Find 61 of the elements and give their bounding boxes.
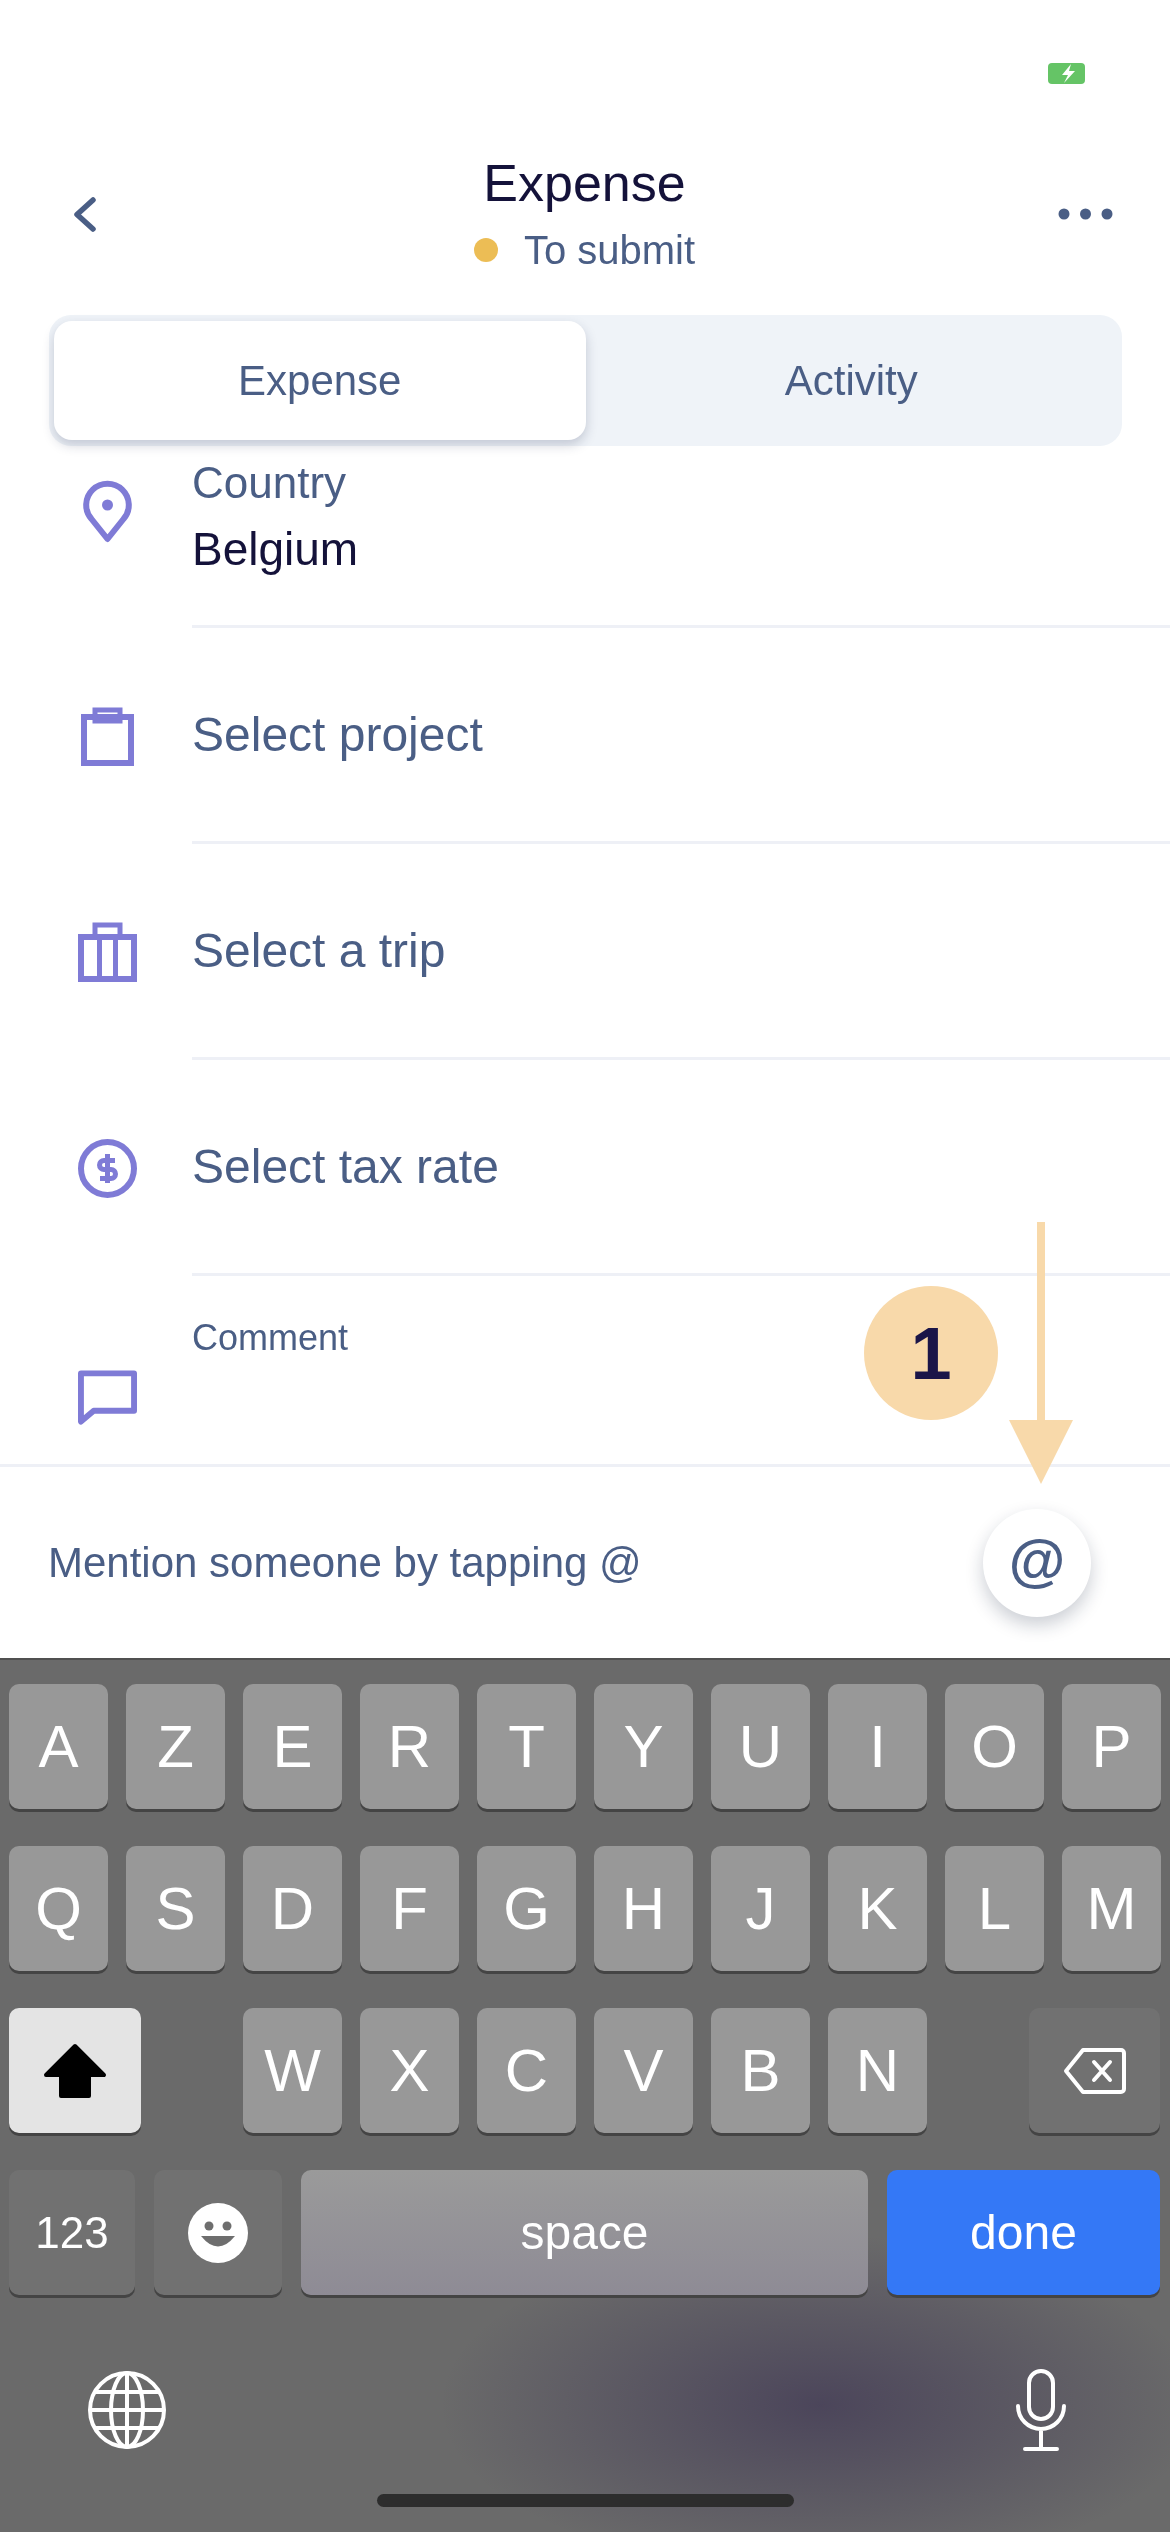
shift-key[interactable] (9, 2008, 141, 2133)
smiley-icon (188, 2202, 248, 2263)
more-button[interactable] (1058, 208, 1113, 220)
key[interactable]: H (594, 1846, 693, 1971)
key[interactable]: A (9, 1684, 108, 1809)
emoji-key[interactable] (154, 2170, 282, 2295)
status-text: To submit (523, 227, 696, 274)
tab[interactable]: Expense (54, 321, 586, 440)
battery-icon (1048, 63, 1085, 84)
key[interactable]: D (243, 1846, 342, 1971)
key[interactable]: R (360, 1684, 459, 1809)
dollar-circle-icon (78, 1138, 137, 1198)
delete-key[interactable] (1029, 2008, 1160, 2133)
key[interactable]: Y (594, 1684, 693, 1809)
key[interactable]: L (945, 1846, 1044, 1971)
back-button[interactable] (71, 196, 97, 232)
key[interactable]: Q (9, 1846, 108, 1971)
key[interactable]: K (828, 1846, 927, 1971)
key[interactable]: J (711, 1846, 810, 1971)
mention-hint: Mention someone by tapping @ (48, 1538, 642, 1587)
key[interactable]: I (828, 1684, 927, 1809)
space-bar[interactable]: space (301, 2170, 868, 2295)
step-number-badge: 1 (864, 1286, 998, 1420)
key[interactable]: G (477, 1846, 576, 1971)
key[interactable]: U (711, 1684, 810, 1809)
picker-row[interactable]: Select tax rate (0, 1060, 1170, 1276)
key[interactable]: E (243, 1684, 342, 1809)
key[interactable]: O (945, 1684, 1044, 1809)
key[interactable]: S (126, 1846, 225, 1971)
key[interactable]: N (828, 2008, 927, 2133)
key[interactable]: W (243, 2008, 342, 2133)
field-label: Comment (192, 1318, 349, 1358)
backspace-icon (1062, 2046, 1127, 2095)
tab[interactable]: Activity (585, 321, 1117, 440)
field-value[interactable]: Belgium (192, 523, 359, 575)
more-dots-icon (1058, 208, 1113, 220)
field-label: Country (192, 458, 347, 508)
key[interactable]: F (360, 1846, 459, 1971)
key[interactable]: V (594, 2008, 693, 2133)
key[interactable]: P (1062, 1684, 1161, 1809)
clipboard-icon (81, 706, 134, 766)
picker-row[interactable]: Select a trip (0, 844, 1170, 1060)
microphone-icon[interactable] (1013, 2368, 1069, 2452)
picker-row[interactable]: Select project (0, 628, 1170, 844)
speech-bubble-icon (78, 1370, 137, 1426)
shift-arrow-icon (43, 2042, 107, 2099)
chevron-left-icon (71, 196, 97, 232)
key[interactable]: T (477, 1684, 576, 1809)
page-title: Expense (483, 153, 686, 213)
key[interactable]: M (1062, 1846, 1161, 1971)
location-pin-icon (81, 479, 134, 543)
globe-icon[interactable] (87, 2370, 167, 2450)
key[interactable]: B (711, 2008, 810, 2133)
status-dot-icon (473, 238, 498, 262)
key[interactable]: Z (126, 1684, 225, 1809)
mention-button[interactable]: @ (983, 1508, 1091, 1617)
briefcase-icon (78, 922, 137, 982)
done-button[interactable]: done (887, 2170, 1160, 2295)
numbers-key[interactable]: 123 (9, 2170, 135, 2295)
key[interactable]: C (477, 2008, 576, 2133)
key[interactable]: X (360, 2008, 459, 2133)
